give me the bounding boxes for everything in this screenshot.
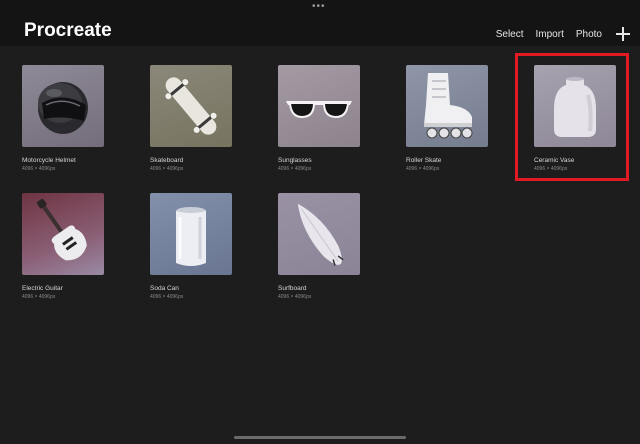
- artwork-tile-roller-skate[interactable]: Roller Skate 4096 × 4096px: [406, 65, 502, 172]
- skateboard-thumbnail[interactable]: [150, 65, 232, 147]
- artwork-dimensions: 4096 × 4096px: [534, 166, 568, 172]
- artwork-dimensions: 4096 × 4096px: [150, 294, 184, 300]
- artwork-dimensions: 4096 × 4096px: [22, 294, 56, 300]
- artwork-title: Motorcycle Helmet: [22, 157, 76, 164]
- artwork-tile-electric-guitar[interactable]: Electric Guitar 4096 × 4096px: [22, 193, 118, 300]
- artwork-tile-soda-can[interactable]: Soda Can 4096 × 4096px: [150, 193, 246, 300]
- artwork-title: Electric Guitar: [22, 285, 63, 292]
- artwork-dimensions: 4096 × 4096px: [278, 166, 312, 172]
- artwork-title: Surfboard: [278, 285, 307, 292]
- artwork-tile-motorcycle-helmet[interactable]: Motorcycle Helmet 4096 × 4096px: [22, 65, 118, 172]
- artwork-title: Soda Can: [150, 285, 179, 292]
- artwork-title: Sunglasses: [278, 157, 312, 164]
- artwork-tile-sunglasses[interactable]: Sunglasses 4096 × 4096px: [278, 65, 374, 172]
- electric-guitar-thumbnail[interactable]: [22, 193, 104, 275]
- surfboard-thumbnail[interactable]: [278, 193, 360, 275]
- artwork-dimensions: 4096 × 4096px: [278, 294, 312, 300]
- soda-can-thumbnail[interactable]: [150, 193, 232, 275]
- artwork-tile-ceramic-vase[interactable]: Ceramic Vase 4096 × 4096px: [534, 65, 630, 172]
- ceramic-vase-thumbnail[interactable]: [534, 65, 616, 147]
- artwork-tile-surfboard[interactable]: Surfboard 4096 × 4096px: [278, 193, 374, 300]
- home-indicator: [234, 436, 406, 439]
- artwork-dimensions: 4096 × 4096px: [22, 166, 56, 172]
- artwork-gallery: Motorcycle Helmet 4096 × 4096px Skateboa…: [0, 0, 640, 444]
- artwork-tile-skateboard[interactable]: Skateboard 4096 × 4096px: [150, 65, 246, 172]
- sunglasses-thumbnail[interactable]: [278, 65, 360, 147]
- artwork-dimensions: 4096 × 4096px: [406, 166, 440, 172]
- artwork-dimensions: 4096 × 4096px: [150, 166, 184, 172]
- motorcycle-helmet-thumbnail[interactable]: [22, 65, 104, 147]
- artwork-title: Roller Skate: [406, 157, 442, 164]
- roller-skate-thumbnail[interactable]: [406, 65, 488, 147]
- artwork-title: Ceramic Vase: [534, 157, 575, 164]
- artwork-title: Skateboard: [150, 157, 184, 164]
